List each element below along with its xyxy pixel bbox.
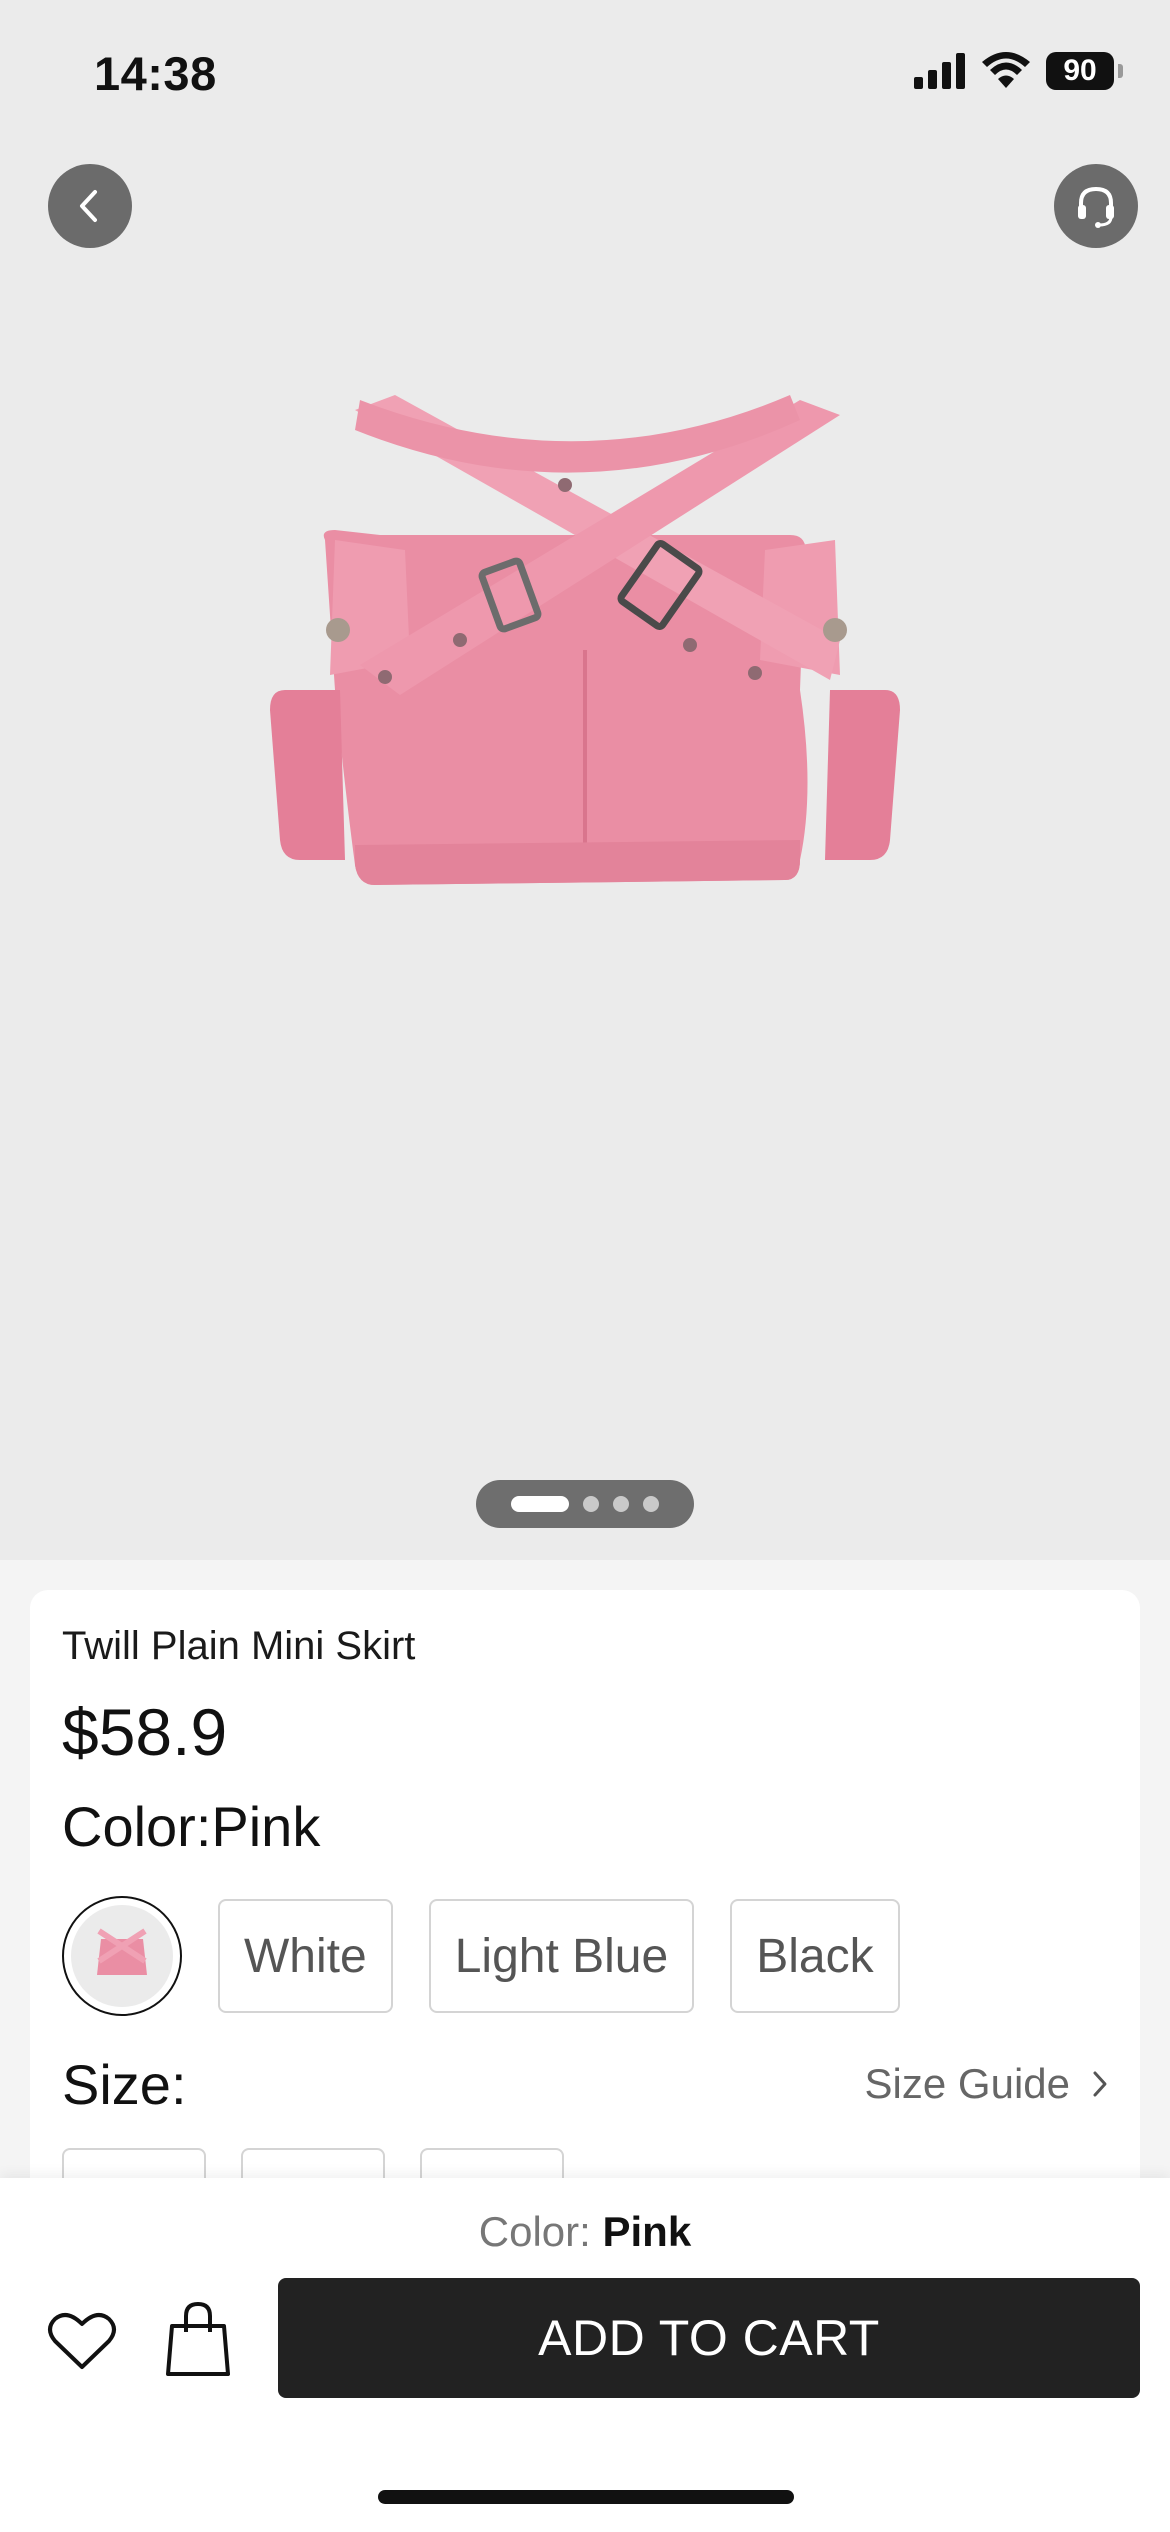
size-guide-label: Size Guide	[864, 2060, 1070, 2107]
bottom-action-bar: Color: Pink ADD TO CART	[0, 2178, 1170, 2532]
size-guide-link[interactable]: Size Guide	[865, 2060, 1110, 2108]
selected-color-value: Pink	[602, 2208, 692, 2255]
chevron-left-icon	[80, 190, 97, 222]
chevron-right-icon	[1093, 2071, 1107, 2097]
pager-dot-active	[511, 1496, 569, 1512]
color-swatch-pink[interactable]	[62, 1896, 182, 2016]
status-icons: 90	[914, 52, 1123, 90]
cart-button[interactable]	[158, 2296, 238, 2382]
battery-indicator: 90	[1046, 52, 1123, 90]
status-bar: 14:38 90	[0, 0, 1170, 140]
swatch-thumbnail	[71, 1905, 173, 2007]
home-indicator[interactable]	[378, 2490, 794, 2504]
size-label: Size:	[62, 2053, 187, 2116]
product-price: $58.9	[62, 1695, 228, 1769]
add-to-cart-button[interactable]: ADD TO CART	[278, 2278, 1140, 2398]
color-option-white[interactable]: White	[218, 1899, 393, 2013]
selected-color-summary: Color: Pink	[0, 2208, 1170, 2256]
color-option-black[interactable]: Black	[730, 1899, 900, 2013]
product-title: Twill Plain Mini Skirt	[62, 1624, 416, 1668]
heart-icon	[48, 2313, 116, 2369]
product-gallery[interactable]	[0, 0, 1170, 1560]
color-label: Color:Pink	[62, 1795, 321, 1858]
headset-icon	[1078, 186, 1114, 228]
back-button[interactable]	[48, 164, 132, 248]
wishlist-button[interactable]	[42, 2300, 122, 2380]
color-option-light-blue[interactable]: Light Blue	[428, 1899, 695, 2013]
pager-dot	[613, 1496, 629, 1512]
skirt-thumbnail	[97, 1928, 147, 1975]
color-options: White Light Blue Black	[62, 1896, 900, 2016]
image-pager[interactable]	[476, 1480, 694, 1528]
selected-color-key: Color:	[478, 2208, 591, 2255]
pager-dot	[583, 1496, 599, 1512]
pager-dot	[643, 1496, 659, 1512]
wifi-icon	[982, 52, 1030, 88]
signal-icon	[914, 53, 965, 89]
product-image	[270, 395, 900, 885]
shopping-bag-icon	[166, 2302, 230, 2376]
status-time: 14:38	[94, 47, 217, 100]
support-button[interactable]	[1054, 164, 1138, 248]
